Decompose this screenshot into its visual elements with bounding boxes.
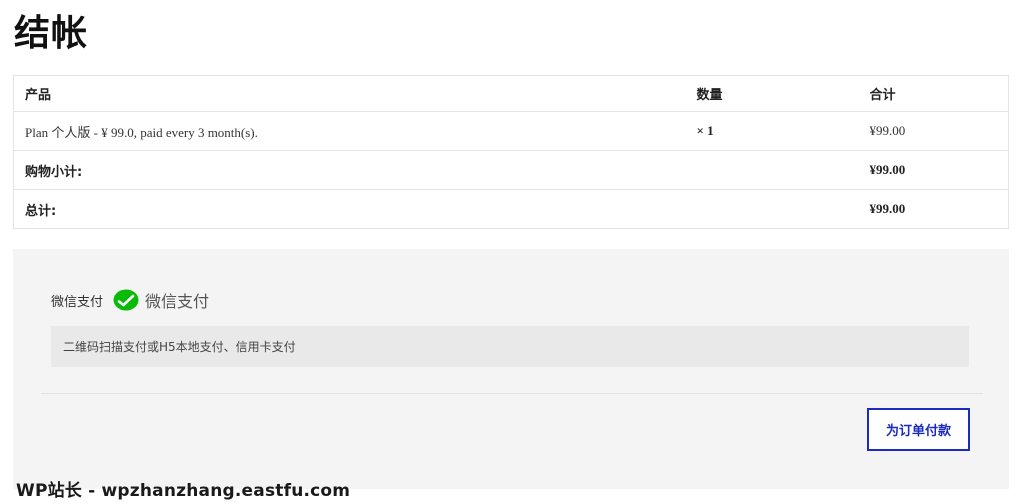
table-row: Plan 个人版 - ¥ 99.0, paid every 3 month(s)… [13,111,1009,151]
grand-total-spacer [685,189,859,229]
header-total: 合计 [869,88,896,103]
grand-total-row: 总计: ¥99.00 [13,189,1009,229]
subtotal-spacer [685,150,859,190]
payment-method-label[interactable]: 微信支付 [51,291,103,310]
subtotal-value: ¥99.00 [858,150,1009,190]
table-header-row: 产品 数量 合计 [14,76,1009,112]
wechat-pay-logo-text: 微信支付 [145,292,210,311]
payment-method-description: 二维码扫描支付或H5本地支付、信用卡支付 [51,326,969,367]
header-quantity: 数量 [696,88,723,103]
wechat-pay-logo: 微信支付 [113,288,209,312]
watermark-text: WP站长 - wpzhanzhang.eastfu.com [16,481,351,501]
header-product: 产品 [25,88,52,103]
order-review-table: 产品 数量 合计 Plan 个人版 - ¥ 99.0, paid every 3… [13,75,1009,229]
payment-method-option[interactable]: 微信支付 微信支付 [51,287,209,313]
grand-total-label: 总计: [13,189,686,229]
payment-section: 微信支付 微信支付 二维码扫描支付或H5本地支付、信用卡支付 为订单付款 [13,249,1009,489]
grand-total-value: ¥99.00 [858,189,1009,229]
subtotal-label: 购物小计: [13,150,686,190]
subtotal-row: 购物小计: ¥99.00 [13,150,1009,190]
wechat-pay-icon [113,289,139,311]
place-order-button[interactable]: 为订单付款 [867,408,970,451]
page-title: 结帐 [14,13,89,54]
item-total: ¥99.00 [858,111,1009,151]
item-quantity: × 1 [685,111,859,151]
divider [41,393,983,394]
item-product-name: Plan 个人版 - ¥ 99.0, paid every 3 month(s)… [13,111,686,151]
